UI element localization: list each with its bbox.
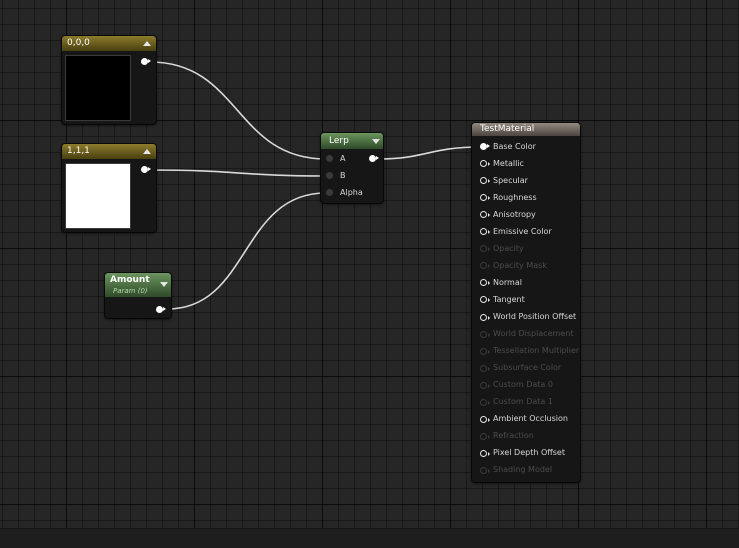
material-pin-label: World Displacement (493, 329, 574, 339)
collapse-arrow-icon[interactable] (143, 149, 151, 154)
constant-node-white[interactable]: 1,1,1 (62, 144, 156, 232)
output-pin[interactable] (369, 155, 379, 162)
material-pin-label: Tangent (493, 294, 525, 304)
material-pin-label: Ambient Occlusion (493, 414, 568, 424)
color-preview-swatch (65, 163, 131, 229)
material-pin-label: Custom Data 1 (493, 397, 553, 407)
material-pin-label: Base Color (493, 141, 536, 151)
material-graph-canvas[interactable]: 0,0,0 1,1,1 Amount Param (0) Lerp A B Al… (0, 0, 739, 528)
material-pin-metallic[interactable] (480, 160, 490, 168)
input-pin-alpha[interactable] (326, 189, 333, 196)
material-pin-base-color[interactable] (480, 143, 490, 150)
material-pin-ambient-occlusion[interactable] (480, 415, 490, 423)
material-pin-anisotropy[interactable] (480, 211, 490, 219)
material-pin-label: Metallic (493, 158, 524, 168)
material-pin-label: Emissive Color (493, 226, 552, 236)
output-pin[interactable] (141, 166, 151, 173)
wire-amount-to-lerp-alpha[interactable] (166, 192, 327, 310)
node-header[interactable]: 0,0,0 (62, 36, 156, 51)
input-label-b: B (340, 171, 346, 180)
material-pin-specular[interactable] (480, 177, 490, 185)
material-pin-label: Custom Data 0 (493, 380, 553, 390)
wire-white-to-lerp-b[interactable] (149, 169, 327, 177)
node-title: 0,0,0 (67, 38, 90, 48)
input-label-alpha: Alpha (340, 188, 363, 197)
material-pin-subsurface-color[interactable] (480, 364, 490, 372)
material-pin-refraction[interactable] (480, 432, 490, 440)
color-preview-swatch (65, 55, 131, 121)
wire-lerp-to-base-color[interactable] (378, 146, 481, 160)
node-header[interactable]: 1,1,1 (62, 144, 156, 159)
material-pin-label: Specular (493, 175, 528, 185)
node-header[interactable]: TestMaterial (472, 123, 580, 136)
node-title: Amount (110, 275, 150, 285)
lerp-node[interactable]: Lerp A B Alpha (321, 133, 383, 203)
collapse-arrow-icon[interactable] (372, 139, 380, 144)
material-pin-roughness[interactable] (480, 194, 490, 202)
material-pin-normal[interactable] (480, 279, 490, 287)
input-pin-b[interactable] (326, 172, 333, 179)
material-pin-label: Subsurface Color (493, 363, 562, 373)
material-pin-label: Opacity (493, 243, 524, 253)
input-pin-a[interactable] (326, 155, 333, 162)
material-pin-label: Tessellation Multiplier (493, 346, 580, 356)
node-title: Lerp (329, 136, 349, 146)
material-pin-label: Roughness (493, 192, 537, 202)
material-pin-shading-model[interactable] (480, 466, 490, 474)
material-pin-opacity-mask[interactable] (480, 262, 490, 270)
material-pin-label: Normal (493, 277, 522, 287)
material-pin-label: Opacity Mask (493, 260, 547, 270)
parameter-default-label: Param (0) (113, 287, 148, 295)
material-pin-label: Pixel Depth Offset (493, 448, 565, 458)
material-pin-label: Anisotropy (493, 209, 536, 219)
material-result-node[interactable]: TestMaterial Base Color Metallic Specular R… (472, 123, 580, 482)
collapse-arrow-icon[interactable] (160, 282, 168, 287)
output-pin[interactable] (156, 306, 166, 313)
material-pin-world-displacement[interactable] (480, 330, 490, 338)
material-pin-pixel-depth-offset[interactable] (480, 449, 490, 457)
scalar-parameter-node[interactable]: Amount Param (0) (105, 273, 171, 318)
wire-black-to-lerp-a[interactable] (149, 61, 327, 160)
material-pin-tessellation-multiplier[interactable] (480, 347, 490, 355)
constant-node-black[interactable]: 0,0,0 (62, 36, 156, 124)
material-pin-label: World Position Offset (493, 312, 577, 321)
material-pin-opacity[interactable] (480, 245, 490, 253)
material-pin-label: Shading Model (493, 465, 553, 475)
status-bar (0, 528, 739, 548)
material-pin-label: Refraction (493, 431, 534, 441)
material-pin-emissive-color[interactable] (480, 228, 490, 236)
material-pin-custom-data-0[interactable] (480, 381, 490, 389)
node-title: TestMaterial (480, 124, 535, 134)
material-pin-custom-data-1[interactable] (480, 398, 490, 406)
output-pin[interactable] (141, 58, 151, 65)
node-title: 1,1,1 (67, 146, 90, 156)
collapse-arrow-icon[interactable] (143, 41, 151, 46)
material-pin-tangent[interactable] (480, 296, 490, 304)
material-pin-world-position-offset[interactable] (480, 313, 490, 321)
input-label-a: A (340, 154, 346, 163)
